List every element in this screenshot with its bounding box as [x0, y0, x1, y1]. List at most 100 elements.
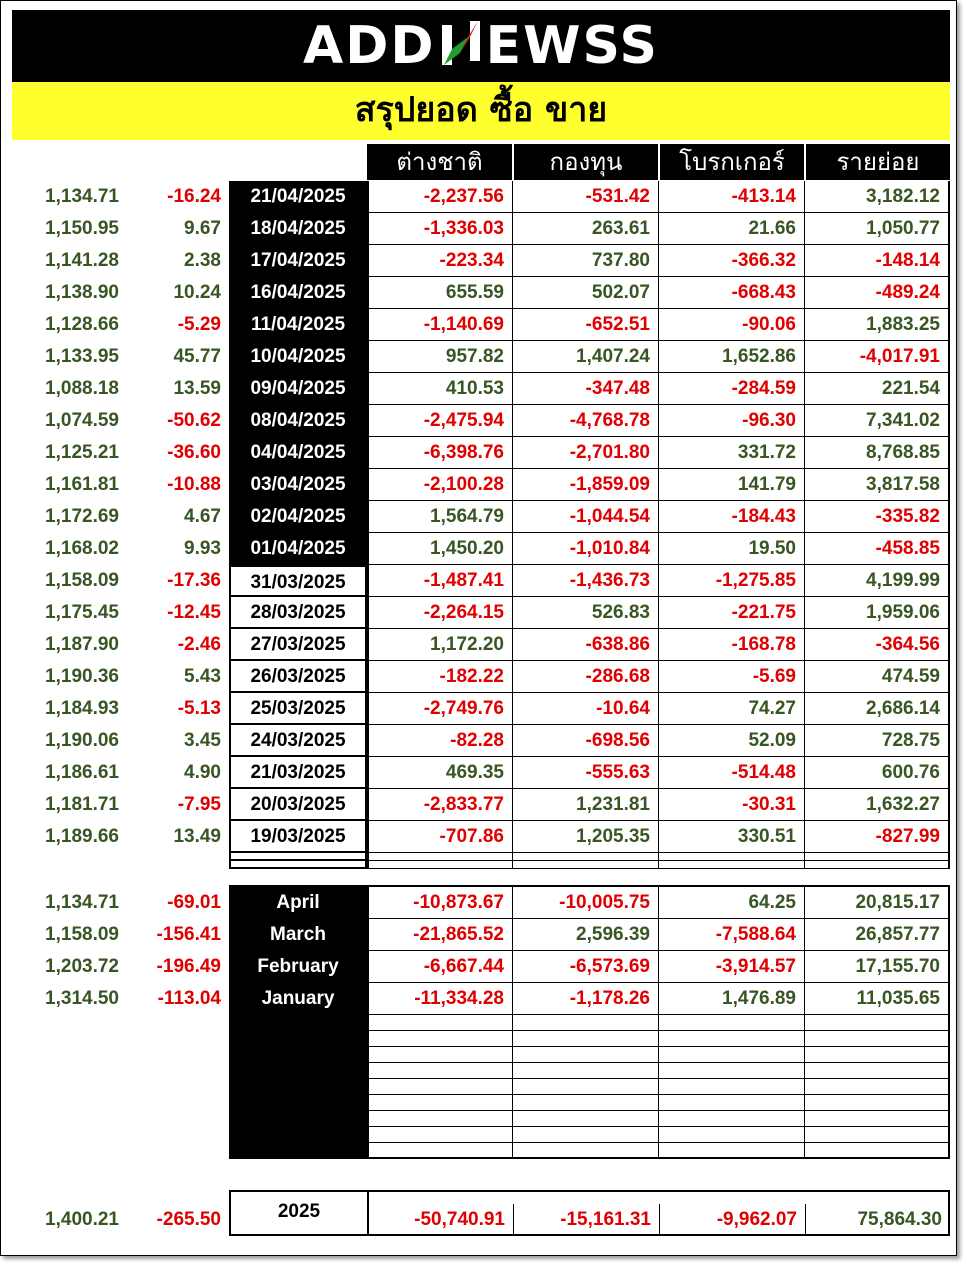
value-fund: -347.48	[513, 373, 659, 405]
empty-month-cell	[513, 1079, 659, 1095]
empty-month-cell	[659, 1015, 805, 1031]
index-change-value: -5.29	[177, 314, 221, 335]
date-cell: 28/03/2025	[229, 597, 367, 629]
value-foreign: -2,749.76	[367, 693, 513, 725]
empty-month-cell	[367, 1095, 513, 1111]
value-broker: -30.31	[659, 789, 805, 821]
empty-month-cell	[367, 1079, 513, 1095]
month-value-fund: -6,573.69	[513, 951, 659, 983]
value-foreign: -1,487.41	[367, 565, 513, 597]
month-value-retail: 17,155.70	[805, 951, 950, 983]
empty-row-date	[229, 853, 367, 861]
month-value-foreign: -21,865.52	[367, 919, 513, 951]
set-index-value: 1,133.95	[45, 346, 119, 367]
value-retail: 1,050.77	[805, 213, 950, 245]
empty-month-cell	[513, 1063, 659, 1079]
brand-logo-left: ADD	[302, 16, 436, 76]
date-cell: 31/03/2025	[229, 565, 367, 597]
date-cell: 17/04/2025	[229, 245, 367, 277]
value-foreign: 655.59	[367, 277, 513, 309]
empty-month-cell	[513, 1015, 659, 1031]
value-broker: 1,652.86	[659, 341, 805, 373]
index-change-value: 4.67	[184, 506, 221, 527]
empty-month-cell	[659, 1063, 805, 1079]
title-bar: สรุปยอด ซื้อ ขาย	[12, 82, 950, 140]
value-broker: 21.66	[659, 213, 805, 245]
empty-row-date	[229, 861, 367, 869]
value-fund: -698.56	[513, 725, 659, 757]
column-header-retail: รายย่อย	[806, 144, 950, 180]
year-index-value: 1,400.21	[45, 1209, 119, 1230]
value-foreign: 1,450.20	[367, 533, 513, 565]
value-fund: 1,407.24	[513, 341, 659, 373]
empty-row-cell	[805, 861, 950, 869]
value-fund: -638.86	[513, 629, 659, 661]
set-index-value: 1,074.59	[45, 410, 119, 431]
value-broker: -413.14	[659, 181, 805, 213]
value-fund: -1,010.84	[513, 533, 659, 565]
empty-month-cell	[805, 1015, 950, 1031]
value-broker: -96.30	[659, 405, 805, 437]
index-change-value: -7.95	[177, 794, 221, 815]
set-index-value: 1,172.69	[45, 506, 119, 527]
brand-logo: ADD EWSS	[12, 18, 950, 74]
value-retail: -458.85	[805, 533, 950, 565]
value-broker: 19.50	[659, 533, 805, 565]
year-label: 2025	[277, 1201, 321, 1222]
value-foreign: -82.28	[367, 725, 513, 757]
set-index-value: 1,088.18	[45, 378, 119, 399]
value-broker: -184.43	[659, 501, 805, 533]
value-fund: -4,768.78	[513, 405, 659, 437]
set-index-value: 1,190.06	[45, 730, 119, 751]
page-title: สรุปยอด ซื้อ ขาย	[354, 90, 608, 130]
value-foreign: 469.35	[367, 757, 513, 789]
column-header-fund: กองทุน	[514, 144, 658, 180]
set-index-value: 1,190.36	[45, 666, 119, 687]
value-foreign: -1,140.69	[367, 309, 513, 341]
value-broker: -1,275.85	[659, 565, 805, 597]
month-label: February	[257, 956, 339, 977]
empty-month-cell	[659, 1095, 805, 1111]
value-broker: 52.09	[659, 725, 805, 757]
date-cell: 03/04/2025	[229, 469, 367, 501]
value-retail: 8,768.85	[805, 437, 950, 469]
empty-month-cell	[513, 1127, 659, 1143]
empty-month-cell	[659, 1111, 805, 1127]
value-foreign: -6,398.76	[367, 437, 513, 469]
value-foreign: 1,564.79	[367, 501, 513, 533]
value-fund: -1,859.09	[513, 469, 659, 501]
empty-month-cell	[659, 1079, 805, 1095]
set-index-value: 1,141.28	[45, 250, 119, 271]
index-change-value: -17.36	[167, 570, 221, 591]
value-retail: -4,017.91	[805, 341, 950, 373]
empty-month-cell	[513, 1095, 659, 1111]
set-index-value: 1,150.95	[45, 218, 119, 239]
empty-month-cell	[513, 1111, 659, 1127]
value-foreign: 957.82	[367, 341, 513, 373]
value-fund: 263.61	[513, 213, 659, 245]
month-index-value: 1,203.72	[45, 956, 119, 977]
month-value-retail: 11,035.65	[805, 983, 950, 1015]
date-cell: 24/03/2025	[229, 725, 367, 757]
monthly-bottom-border	[229, 1157, 950, 1159]
empty-month-cell	[659, 1047, 805, 1063]
date-cell: 26/03/2025	[229, 661, 367, 693]
value-broker: -668.43	[659, 277, 805, 309]
empty-row-cell	[513, 861, 659, 869]
empty-month-cell	[659, 1127, 805, 1143]
value-foreign: -2,237.56	[367, 181, 513, 213]
value-retail: 3,182.12	[805, 181, 950, 213]
value-fund: -531.42	[513, 181, 659, 213]
value-retail: 600.76	[805, 757, 950, 789]
empty-month-cell	[805, 1079, 950, 1095]
value-retail: 1,632.27	[805, 789, 950, 821]
value-retail: 1,959.06	[805, 597, 950, 629]
month-value-broker: -7,588.64	[659, 919, 805, 951]
column-header-broker: โบรกเกอร์	[660, 144, 804, 180]
value-retail: -489.24	[805, 277, 950, 309]
empty-month-cell	[367, 1047, 513, 1063]
set-index-value: 1,184.93	[45, 698, 119, 719]
empty-row-cell	[367, 861, 513, 869]
index-change-value: -50.62	[167, 410, 221, 431]
value-broker: -514.48	[659, 757, 805, 789]
